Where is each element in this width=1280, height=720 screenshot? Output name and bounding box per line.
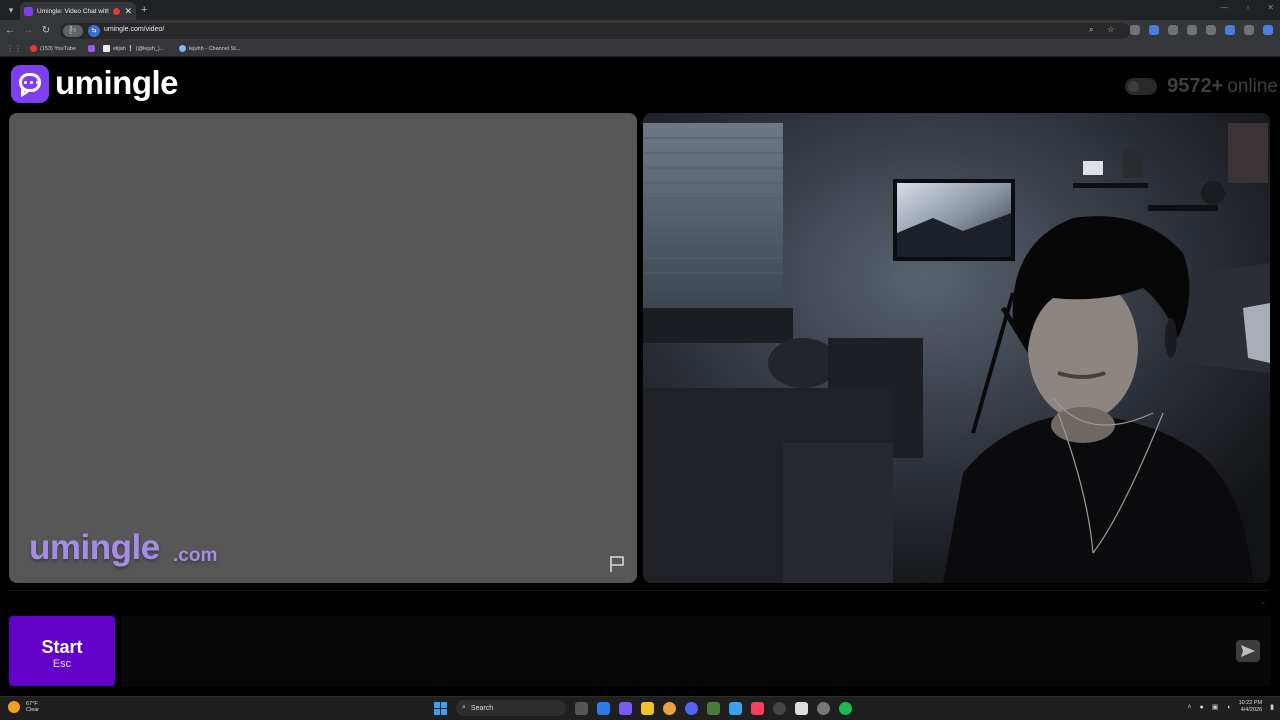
window-controls: — ▫ ✕: [1220, 3, 1274, 12]
bookmarks-bar: ⋮⋮ (153) YouTube elijah ❕ (@lejuh_)... l…: [0, 42, 1280, 57]
settings-icon[interactable]: [817, 701, 830, 715]
chevron-down-icon[interactable]: ⌄: [1261, 599, 1266, 606]
windows-start-icon[interactable]: [434, 701, 447, 715]
music-icon[interactable]: [751, 701, 764, 715]
youtube-icon: [30, 45, 37, 52]
search-icon: ⌕: [462, 704, 466, 711]
start-shortcut-hint: Esc: [52, 658, 72, 670]
app-icon[interactable]: [619, 701, 632, 715]
chrome-icon[interactable]: [663, 701, 676, 715]
channel-icon: [179, 45, 186, 52]
windows-taskbar: 67°F Clear ⌕ Search ˄ ● ▣ ◖ 10:22 PM 4/4…: [0, 696, 1280, 720]
flag-icon[interactable]: [607, 554, 627, 574]
spotify-icon[interactable]: [839, 701, 852, 715]
extension-icon[interactable]: [1130, 25, 1140, 35]
tab-title: Umingle: Video Chat with S: [37, 7, 110, 15]
bookmark-label: lejuhh - Channel St...: [189, 45, 241, 52]
watermark-domain: .com: [173, 545, 218, 566]
recording-indicator-icon: [113, 7, 121, 15]
sidebar-icon[interactable]: [1225, 25, 1235, 35]
extension-icon[interactable]: [1187, 25, 1197, 35]
site-favicon-icon: ⇆: [88, 25, 100, 37]
tab-search-icon[interactable]: ▾: [4, 3, 18, 17]
back-icon[interactable]: ←: [3, 24, 17, 38]
app-icon[interactable]: [707, 701, 720, 715]
puzzle-extensions-icon[interactable]: [1206, 25, 1216, 35]
moon-weather-icon: [8, 701, 20, 713]
stranger-video-panel: umingle .com: [9, 113, 637, 583]
app-icon[interactable]: [729, 701, 742, 715]
umingle-favicon-icon: [24, 6, 33, 16]
url-text[interactable]: umingle.com/video/: [104, 26, 164, 33]
file-explorer-icon[interactable]: [641, 701, 654, 715]
bookmark-item[interactable]: [88, 45, 98, 52]
volume-icon[interactable]: ◖: [1226, 704, 1230, 711]
start-button[interactable]: Start Esc: [9, 616, 115, 686]
extension-icon[interactable]: [1149, 25, 1159, 35]
zoom-icon[interactable]: ⌕: [1089, 25, 1093, 35]
new-tab-button[interactable]: +: [141, 3, 147, 17]
bookmark-item[interactable]: elijah ❕ (@lejuh_)...: [103, 45, 164, 52]
self-webcam-video: [643, 113, 1270, 583]
online-toggle[interactable]: [1125, 78, 1158, 95]
umingle-page: umingle 9572+ online umingle .com ⌄ Star…: [0, 58, 1280, 696]
task-view-icon[interactable]: [575, 701, 588, 715]
site-info-chip[interactable]: ᥫ᭡: [63, 25, 83, 37]
close-tab-icon[interactable]: ✕: [124, 6, 132, 16]
app-icon[interactable]: [795, 701, 808, 715]
online-label: online: [1227, 75, 1278, 97]
minimize-icon[interactable]: —: [1220, 3, 1228, 12]
weather-widget[interactable]: 67°F Clear: [8, 701, 39, 713]
twitch-icon: [88, 45, 95, 52]
watermark-logo: umingle: [29, 528, 160, 567]
bookmark-item[interactable]: (153) YouTube: [30, 45, 76, 52]
extension-icon[interactable]: [1168, 25, 1178, 35]
reload-icon[interactable]: ↻: [39, 24, 53, 38]
discord-icon[interactable]: [685, 701, 698, 715]
app-icon[interactable]: [773, 701, 786, 715]
online-count: 9572+: [1167, 75, 1224, 97]
clock[interactable]: 10:22 PM 4/4/2026: [1239, 700, 1263, 714]
bookmark-label: elijah ❕ (@lejuh_)...: [113, 45, 165, 52]
clock-time: 10:22 PM: [1238, 700, 1263, 706]
system-tray: ˄ ● ▣ ◖ 10:22 PM 4/4/2026 ▮: [1187, 700, 1274, 714]
bookmark-item[interactable]: lejuhh - Channel St...: [179, 45, 240, 52]
extension-icon[interactable]: [1263, 25, 1273, 35]
taskbar-search[interactable]: ⌕ Search: [456, 700, 566, 716]
taskbar-apps: ⌕ Search: [434, 700, 852, 716]
apps-grid-icon[interactable]: ⋮⋮: [6, 45, 22, 53]
address-bar[interactable]: ᥫ᭡ ⇆ umingle.com/video/ ⌕ ☆: [60, 23, 1130, 39]
forward-icon[interactable]: →: [21, 24, 35, 38]
start-label: Start: [41, 637, 83, 657]
bookmark-label: (153) YouTube: [40, 45, 76, 52]
browser-tab[interactable]: Umingle: Video Chat with S ✕: [20, 2, 136, 20]
send-icon[interactable]: [1236, 640, 1260, 662]
bookmark-star-icon[interactable]: ☆: [1107, 25, 1114, 34]
umingle-logo-icon[interactable]: [11, 65, 49, 103]
chat-message-input[interactable]: [121, 616, 1270, 686]
webcam-feed-image: [643, 113, 1270, 583]
maximize-icon[interactable]: ▫: [1246, 3, 1249, 12]
extensions-row: [1130, 25, 1280, 35]
notification-icon[interactable]: ▮: [1270, 703, 1274, 711]
status-strip: ⌄: [9, 590, 1270, 608]
mic-icon[interactable]: ●: [1200, 704, 1204, 711]
x-icon: [103, 45, 110, 52]
logo-text[interactable]: umingle: [55, 64, 179, 102]
app-icon[interactable]: [597, 701, 610, 715]
close-window-icon[interactable]: ✕: [1267, 3, 1274, 12]
profile-icon[interactable]: [1244, 25, 1254, 35]
browser-toolbar: ← → ↻ ᥫ᭡ ⇆ umingle.com/video/ ⌕ ☆: [0, 20, 1280, 42]
weather-desc: Clear: [26, 707, 40, 713]
online-status: 9572+ online: [1125, 75, 1278, 98]
network-icon[interactable]: ▣: [1212, 703, 1219, 711]
search-label: Search: [470, 704, 494, 712]
browser-tab-bar: ▾ Umingle: Video Chat with S ✕ + — ▫ ✕: [0, 0, 1280, 20]
chevron-up-icon[interactable]: ˄: [1187, 704, 1191, 711]
clock-date: 4/4/2026: [1240, 707, 1263, 713]
